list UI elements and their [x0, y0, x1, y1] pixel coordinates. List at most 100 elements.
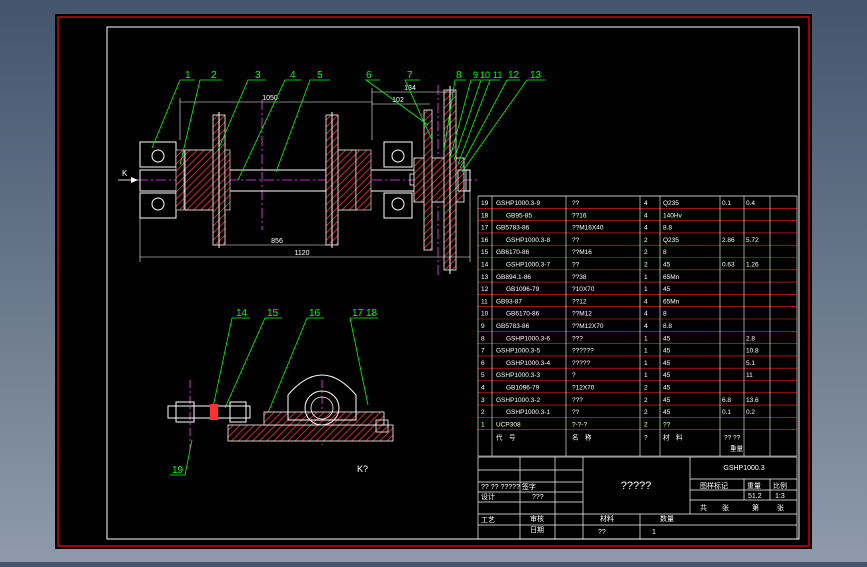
bom-row-total-weight: 0.2: [746, 409, 755, 416]
bom-header-weight: ?? ??: [724, 435, 741, 442]
bom-row-qty: 2: [644, 262, 648, 269]
bom-row-name: ?-?-?: [572, 421, 588, 428]
bom-row-no: 5: [481, 372, 485, 379]
dim-856: 856: [271, 238, 283, 245]
bom-row-unit-weight: 6.8: [722, 397, 731, 404]
balloon-3: 3: [255, 70, 261, 81]
section-label-k: K: [122, 169, 128, 178]
bom-row-no: 12: [481, 286, 489, 293]
bom-row-qty: 1: [644, 274, 648, 281]
bom-row-qty: 1: [644, 335, 648, 342]
bom-row-unit-weight: 0.1: [722, 409, 731, 416]
bom-row-qty: 4: [644, 225, 648, 232]
weight-label: 重量: [747, 482, 761, 490]
bom-row-total-weight: 1.26: [746, 262, 759, 269]
bom-row-total-weight: 0.4: [746, 200, 755, 207]
balloon-12: 12: [508, 70, 520, 81]
bom-row-material: 45: [663, 262, 671, 269]
bom-row-name: ?12X70: [572, 385, 595, 392]
balloon-18: 18: [366, 308, 378, 319]
bom-row-material: 140Hv: [663, 212, 683, 219]
bom-row-no: 1: [481, 421, 485, 428]
design-label: 设计: [481, 492, 495, 501]
bom-row-material: 45: [663, 335, 671, 342]
balloon-16: 16: [309, 308, 321, 319]
bom-row-qty: 2: [644, 237, 648, 244]
balloon-17: 17: [352, 308, 364, 319]
balloon-15: 15: [267, 308, 279, 319]
bom-row-code: GB6170-86: [506, 311, 540, 318]
bom-row-qty: 4: [644, 323, 648, 330]
bom-row-code: GSHP1000.3-5: [496, 348, 540, 355]
bom-row-qty: 4: [644, 311, 648, 318]
bom-row-no: 17: [481, 225, 489, 232]
bom-row-name: ??M12X70: [572, 323, 604, 330]
bom-row-total-weight: 11: [746, 372, 753, 379]
bom-row-code: GSHP1000.3-1: [506, 409, 550, 416]
balloon-19: 19: [172, 465, 184, 476]
bom-row-no: 3: [481, 397, 485, 404]
balloon-8: 8: [456, 70, 462, 81]
balloon-1: 1: [185, 70, 191, 81]
bom-row-material: 45: [663, 348, 671, 355]
bom-row-material: Q235: [663, 200, 679, 207]
bom-row-qty: 2: [644, 397, 648, 404]
bom-header-qty: ?: [644, 435, 648, 442]
bom-row-no: 6: [481, 360, 485, 367]
bom-row-code: GB93-87: [496, 298, 522, 305]
bom-row-qty: 4: [644, 200, 648, 207]
bom-row-qty: 4: [644, 212, 648, 219]
bom-row-total-weight: 5.1: [746, 360, 755, 367]
bom-row-no: 16: [481, 237, 489, 244]
drawing-title: ?????: [621, 480, 652, 492]
bom-row-material: 45: [663, 372, 671, 379]
bom-row-unit-weight: 0.1: [722, 200, 731, 207]
bom-header-name: 名 称: [572, 433, 592, 442]
drawing-number: GSHP1000.3: [723, 465, 764, 472]
sheet-no: 第: [752, 503, 759, 512]
dim-1120: 1120: [294, 250, 309, 257]
bom-row-material: 45: [663, 360, 671, 367]
bom-row-qty: 1: [644, 372, 648, 379]
bom-row-code: GSHP1000.3-3: [496, 372, 540, 379]
bom-row-code: GSHP1000.3-8: [506, 237, 550, 244]
balloon-7: 7: [407, 70, 413, 81]
bom-row-qty: 1: [644, 360, 648, 367]
bom-row-no: 15: [481, 249, 489, 256]
stage-mark: 图样标记: [700, 481, 728, 490]
assembly-drawing: 1050 134 102 856 1120 K 1 2 3 4 5 6 7 8 …: [55, 14, 812, 549]
bom-row-qty: 4: [644, 298, 648, 305]
bom-row-name: ??M16X40: [572, 225, 604, 232]
bom-row-name: ??: [572, 200, 580, 207]
bom-row-code: GSHP1000.3-9: [496, 200, 540, 207]
bom-row-code: GB95-85: [506, 212, 532, 219]
bom-row-code: GB1096-79: [506, 286, 540, 293]
bom-row-name: ??16: [572, 212, 587, 219]
bom-row-material: 8.8: [663, 323, 672, 330]
bom-row-name: ??????: [572, 348, 594, 355]
balloon-14: 14: [236, 308, 248, 319]
bom-row-qty: 2: [644, 409, 648, 416]
bom-row-unit-weight: 2.86: [722, 237, 735, 244]
balloon-6: 6: [366, 70, 372, 81]
bom-row-material: ??: [663, 421, 671, 428]
bom-row-qty: 2: [644, 385, 648, 392]
sign-row: ?? ?? ????? 签字: [481, 482, 536, 491]
bom-row-material: 65Mn: [663, 298, 680, 305]
bom-row-qty: 1: [644, 286, 648, 293]
bom-row-code: GB1096-79: [506, 385, 540, 392]
bom-row-code: GB894.1-86: [496, 274, 531, 281]
bom-row-qty: 1: [644, 348, 648, 355]
balloon-5: 5: [317, 70, 323, 81]
bom-row-no: 13: [481, 274, 489, 281]
bom-row-material: 8: [663, 249, 667, 256]
bom-row-no: 19: [481, 200, 489, 207]
bom-row-total-weight: 2.8: [746, 335, 755, 342]
bom-row-no: 7: [481, 348, 485, 355]
sheet-of: 张: [777, 503, 784, 512]
design-value: ???: [532, 494, 544, 501]
bom-row-name: ??: [572, 237, 580, 244]
quantity-value: 1: [652, 529, 656, 536]
cad-window: 1050 134 102 856 1120 K 1 2 3 4 5 6 7 8 …: [0, 0, 867, 562]
bom-row-name: ?10X70: [572, 286, 595, 293]
